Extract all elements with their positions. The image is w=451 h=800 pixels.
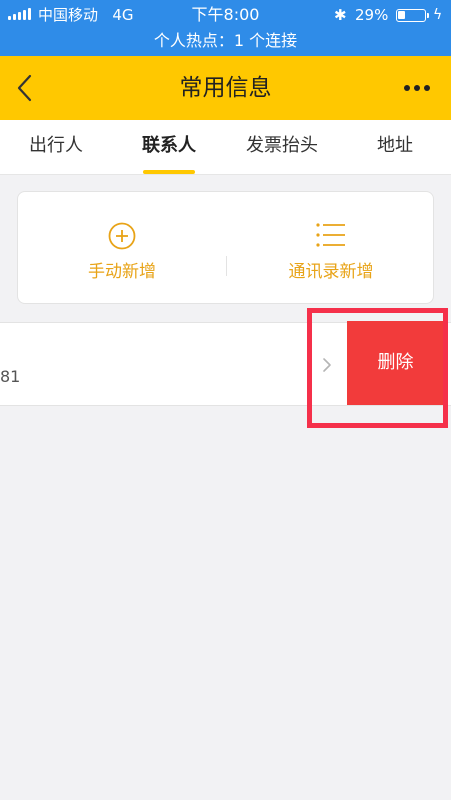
contacts-add-button[interactable]: 通讯录新增 (227, 192, 435, 303)
delete-button[interactable]: 删除 (347, 321, 444, 405)
more-dots-icon[interactable] (400, 78, 434, 98)
battery-percent: 29% (355, 6, 389, 24)
chevron-right-icon (323, 358, 331, 372)
contacts-add-label: 通讯录新增 (288, 262, 374, 282)
battery-icon (396, 9, 429, 22)
contact-phone: 81 (0, 367, 21, 386)
status-bar: 中国移动 4G 下午8:00 ✱ 29% ϟ 个人热点：1 个连接 (0, 0, 451, 56)
add-contact-card: 手动新增 通讯录新增 (17, 191, 434, 304)
plus-circle-icon (108, 222, 136, 250)
manual-add-label: 手动新增 (88, 262, 156, 282)
bluetooth-icon: ✱ (334, 6, 347, 24)
tab-contacts[interactable]: 联系人 (128, 120, 210, 174)
list-icon (316, 223, 345, 247)
charging-icon: ϟ (433, 7, 443, 23)
manual-add-button[interactable]: 手动新增 (18, 192, 226, 303)
nav-bar: 常用信息 (0, 56, 451, 120)
tab-address[interactable]: 地址 (360, 120, 430, 174)
hotspot-banner[interactable]: 个人热点：1 个连接 (0, 30, 451, 52)
active-tab-indicator (143, 170, 195, 174)
tab-invoice-title[interactable]: 发票抬头 (233, 120, 331, 174)
tab-bar: 出行人 联系人 发票抬头 地址 (0, 120, 451, 175)
page-title: 常用信息 (179, 75, 272, 101)
tab-travelers[interactable]: 出行人 (14, 120, 98, 174)
